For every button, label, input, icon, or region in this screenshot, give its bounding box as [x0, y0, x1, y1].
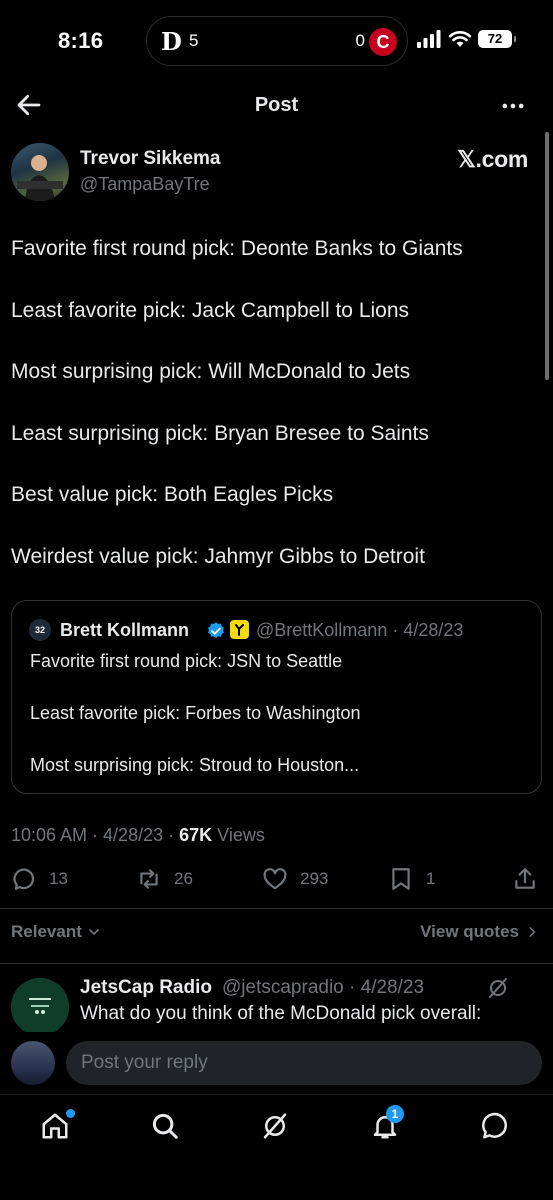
post-text: Favorite first round pick: Deonte Banks …	[11, 236, 541, 605]
bookmark-icon	[392, 868, 410, 890]
divider	[0, 908, 553, 909]
repost-count: 26	[174, 869, 193, 888]
quote-author-avatar: 32	[29, 619, 51, 641]
post-timestamp: 10:06 AM · 4/28/23 ·	[11, 825, 180, 845]
source-badge: 𝕏.com	[457, 146, 528, 172]
more-options-button[interactable]	[499, 92, 527, 120]
jetscap-logo-icon	[11, 978, 69, 1036]
status-time: 8:16	[58, 28, 104, 53]
share-button[interactable]	[512, 866, 538, 892]
system-icons: 72	[416, 30, 516, 48]
reply-sort-dropdown[interactable]: Relevant	[11, 922, 102, 942]
quote-text-line: Least favorite pick: Forbes to Washingto…	[30, 703, 361, 723]
live-activity-scoreboard[interactable]: D 5 0 C	[146, 16, 408, 66]
nav-notifications[interactable]: 1	[370, 1105, 404, 1145]
reply-sort-label: Relevant	[11, 922, 82, 941]
reply-input[interactable]	[66, 1041, 542, 1085]
post-header: Post	[0, 80, 553, 130]
bottom-nav: 1	[0, 1094, 553, 1200]
heart-icon	[263, 868, 287, 890]
verified-badge-icon	[208, 622, 224, 639]
grok-icon	[263, 1113, 287, 1139]
wifi-icon	[448, 31, 472, 47]
nav-messages[interactable]	[480, 1111, 514, 1145]
nav-search[interactable]	[150, 1111, 184, 1145]
post-text-line: Best value pick: Both Eagles Picks	[11, 483, 334, 506]
bookmark-button[interactable]: 1	[388, 866, 435, 892]
nav-grok[interactable]	[260, 1111, 294, 1145]
messages-icon	[482, 1112, 507, 1139]
reply-author-avatar[interactable]	[11, 978, 69, 1036]
post-timestamp-views: 10:06 AM · 4/28/23 · 67K Views	[11, 825, 265, 846]
author-handle[interactable]: @TampaBayTre	[80, 174, 210, 195]
affiliate-badge-icon	[230, 620, 249, 639]
quote-author-name: Brett Kollmann	[60, 620, 190, 640]
post-text-line: Weirdest value pick: Jahmyr Gibbs to Det…	[11, 544, 425, 568]
bookmark-count: 1	[426, 869, 436, 888]
battery-icon: 72	[478, 30, 516, 48]
nav-home[interactable]	[40, 1109, 75, 1145]
reply-composer	[0, 1032, 553, 1094]
reply-count: 13	[49, 869, 68, 888]
post-text-line: Least surprising pick: Bryan Bresee to S…	[11, 421, 429, 445]
scrollbar[interactable]	[545, 132, 549, 380]
avatar-photo-icon	[17, 155, 63, 201]
search-icon	[152, 1113, 178, 1139]
share-icon	[515, 868, 535, 889]
reply-button[interactable]: 13	[11, 866, 68, 892]
chevron-down-icon	[89, 929, 99, 936]
score-left: 5	[189, 31, 199, 50]
reply-author-meta: @jetscapradio · 4/28/23	[222, 977, 425, 998]
score-right: 0	[355, 31, 365, 50]
divider	[0, 963, 553, 964]
views-label: Views	[212, 825, 265, 845]
reds-logo-icon: C	[369, 28, 397, 56]
page-title: Post	[254, 94, 299, 116]
post-text-line: Least favorite pick: Jack Campbell to Li…	[11, 298, 410, 322]
user-avatar[interactable]	[11, 1041, 55, 1085]
grok-icon[interactable]	[486, 976, 510, 1000]
quote-author-meta: @BrettKollmann · 4/28/23	[256, 620, 464, 640]
unread-dot	[66, 1109, 75, 1118]
notification-badge: 1	[386, 1105, 404, 1123]
reply-text: What do you think of the McDonald pick o…	[80, 1003, 482, 1024]
like-button[interactable]: 293	[262, 866, 328, 892]
view-quotes-label: View quotes	[420, 922, 519, 941]
repost-icon	[140, 869, 158, 889]
quote-text-line: Most surprising pick: Stroud to Houston.…	[30, 755, 360, 775]
views-count[interactable]: 67K	[179, 825, 212, 845]
reply-icon	[13, 868, 34, 890]
author-name[interactable]: Trevor Sikkema	[80, 148, 220, 170]
signal-icon	[417, 30, 441, 48]
chevron-right-icon	[529, 927, 536, 937]
post-actions-bar: 13 26 293 1	[0, 866, 553, 896]
quoted-post-card[interactable]: 32 Brett Kollmann @BrettKollmann · 4/28/…	[11, 600, 542, 794]
reply-author-name[interactable]: JetsCap Radio	[80, 977, 212, 999]
view-quotes-link[interactable]: View quotes	[420, 922, 539, 942]
author-avatar[interactable]	[11, 143, 69, 201]
repost-button[interactable]: 26	[136, 866, 193, 892]
quote-text-line: Favorite first round pick: JSN to Seattl…	[30, 651, 343, 671]
more-horizontal-icon	[502, 103, 524, 109]
post-text-line: Most surprising pick: Will McDonald to J…	[11, 360, 411, 383]
tigers-logo-icon: D	[161, 27, 182, 56]
like-count: 293	[300, 869, 329, 888]
post-text-line: Favorite first round pick: Deonte Banks …	[11, 237, 463, 260]
status-bar: 8:16 D 5 0 C 72	[0, 0, 553, 80]
